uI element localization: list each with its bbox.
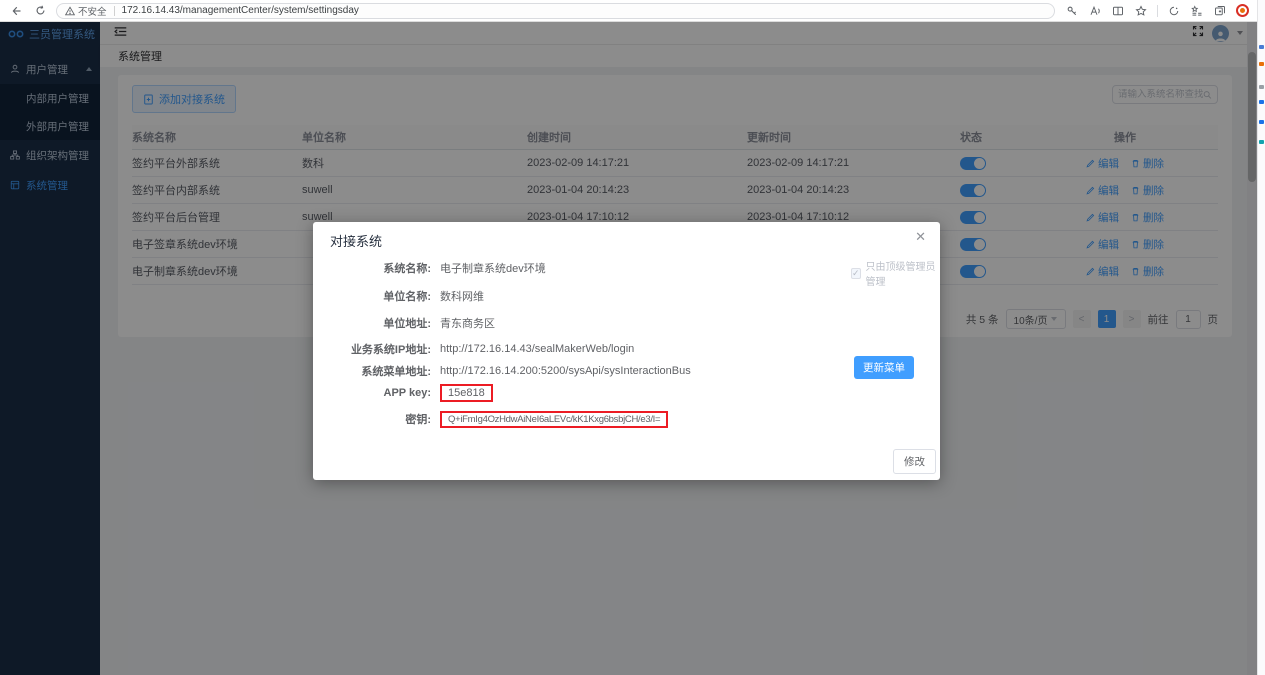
security-warning[interactable]: 不安全 <box>65 4 107 18</box>
update-menu-button[interactable]: 更新菜单 <box>854 356 914 379</box>
field-row-org-address: 单位地址: 青东商务区 <box>313 314 873 332</box>
refresh-icon[interactable] <box>32 3 48 19</box>
url-text[interactable]: 172.16.14.43/managementCenter/system/set… <box>122 5 359 16</box>
field-label: 系统名称: <box>383 263 431 275</box>
top-admin-checkbox[interactable]: ✓ 只由顶级管理员管理 <box>851 258 940 288</box>
field-value: http://172.16.14.43/sealMakerWeb/login <box>440 343 635 355</box>
field-value: 电子制章系统dev环境 <box>440 263 546 275</box>
field-row-org-name: 单位名称: 数科网维 <box>313 287 873 305</box>
app-key-highlight-box: 15e818 <box>440 384 493 402</box>
collections-icon[interactable] <box>1213 4 1227 18</box>
field-label: 密钥: <box>405 414 431 426</box>
favorites-star-icon[interactable] <box>1134 4 1148 18</box>
field-row-app-key: APP key: 15e818 <box>313 384 873 402</box>
browser-chrome: 不安全 172.16.14.43/managementCenter/system… <box>0 0 1257 22</box>
field-row-menu-url: 系统菜单地址: http://172.16.14.200:5200/sysApi… <box>313 362 873 380</box>
address-divider <box>113 5 115 16</box>
checkbox-label: 只由顶级管理员管理 <box>865 262 936 288</box>
browser-essentials-icon[interactable] <box>1167 4 1181 18</box>
close-icon[interactable]: ✕ <box>915 229 926 245</box>
modify-button[interactable]: 修改 <box>893 449 936 474</box>
security-label: 不安全 <box>78 6 107 18</box>
field-label: 系统菜单地址: <box>361 366 431 378</box>
field-row-business-ip: 业务系统IP地址: http://172.16.14.43/sealMakerW… <box>313 340 873 358</box>
back-icon[interactable] <box>8 3 24 19</box>
read-aloud-icon[interactable] <box>1088 4 1102 18</box>
browser-toolbar-icons <box>1065 4 1249 18</box>
favorites-bar-icon[interactable] <box>1190 4 1204 18</box>
browser-profile-avatar[interactable] <box>1236 4 1249 17</box>
split-screen-icon[interactable] <box>1111 4 1125 18</box>
background-window-sliver <box>1257 0 1265 675</box>
field-label: 业务系统IP地址: <box>350 344 431 356</box>
password-key-icon[interactable] <box>1065 4 1079 18</box>
field-row-system-name: 系统名称: 电子制章系统dev环境 <box>313 259 873 277</box>
field-value: 数科网维 <box>440 291 484 303</box>
field-value: http://172.16.14.200:5200/sysApi/sysInte… <box>440 365 691 377</box>
field-label: APP key: <box>383 387 432 399</box>
toolbar-divider <box>1157 4 1158 17</box>
screen: 不安全 172.16.14.43/managementCenter/system… <box>0 0 1265 675</box>
field-label: 单位名称: <box>383 291 431 303</box>
field-value: 青东商务区 <box>440 318 495 330</box>
warning-triangle-icon <box>65 5 75 15</box>
secret-key-highlight-box: Q+iFmIg4OzHdwAiNeI6aLEVc/kK1Kxg6bsbjCH/e… <box>440 410 669 428</box>
field-label: 单位地址: <box>383 318 431 330</box>
field-row-secret-key: 密钥: Q+iFmIg4OzHdwAiNeI6aLEVc/kK1Kxg6bsbj… <box>313 410 873 428</box>
modal-title: 对接系统 <box>330 234 383 249</box>
address-bar[interactable]: 不安全 172.16.14.43/managementCenter/system… <box>56 2 1055 19</box>
checkbox-check-icon: ✓ <box>851 267 861 279</box>
dock-system-modal: 对接系统 ✕ 系统名称: 电子制章系统dev环境 单位名称: 数科网维 单位地址… <box>313 222 940 480</box>
